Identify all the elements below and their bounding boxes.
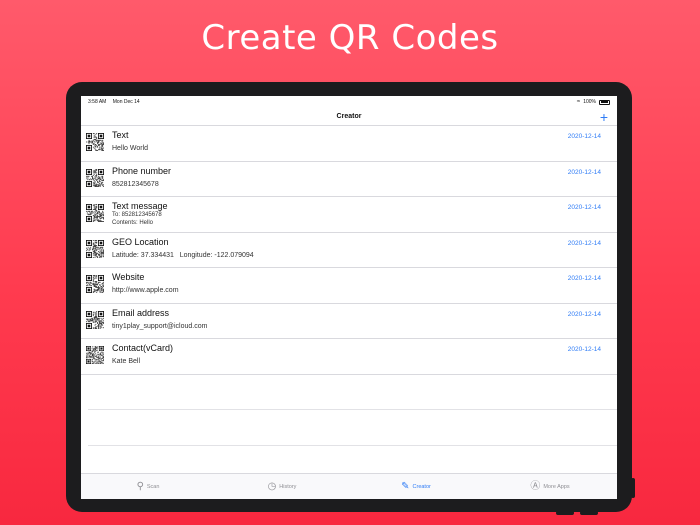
list-item-text[interactable]: Text Hello World 2020-12-14 <box>81 126 617 162</box>
status-date: Mon Dec 14 <box>112 99 140 105</box>
item-title: Website <box>112 272 145 282</box>
item-subtitle-line2: Contents: Hello <box>112 219 154 226</box>
list-item-geo-location[interactable]: GEO Location Latitude: 37.334431 Longitu… <box>81 233 617 268</box>
qr-code-icon <box>86 204 104 222</box>
qr-code-icon <box>86 168 104 187</box>
tab-scan[interactable]: ⚲ Scan <box>81 474 215 499</box>
wifi-icon: ≈ <box>576 99 581 105</box>
item-subtitle: Hello World <box>112 145 149 152</box>
add-button[interactable]: + <box>600 109 608 125</box>
magnifier-icon: ⚲ <box>136 480 144 492</box>
navigation-bar: Creator + <box>81 108 617 126</box>
item-title: Text message <box>112 201 168 211</box>
app-store-icon: Ⓐ <box>530 480 541 492</box>
creator-list: Text Hello World 2020-12-14 Phone number… <box>81 126 617 446</box>
qr-code-icon <box>86 310 104 329</box>
list-item-phone[interactable]: Phone number 852812345678 2020-12-14 <box>81 162 617 197</box>
item-subtitle: http://www.apple.com <box>112 287 179 294</box>
app-screen: 3:58 AM Mon Dec 14 ≈ 100% Creator + Text… <box>81 96 617 499</box>
item-date: 2020-12-14 <box>567 346 601 353</box>
tab-creator[interactable]: ✎ Creator <box>349 474 483 499</box>
item-subtitle: tiny1play_support@icloud.com <box>112 322 208 330</box>
list-item-website[interactable]: Website http://www.apple.com 2020-12-14 <box>81 268 617 304</box>
qr-code-icon <box>86 239 104 258</box>
item-title: Phone number <box>112 165 172 176</box>
item-date: 2020-12-14 <box>567 310 601 318</box>
headline: Create QR Codes <box>201 18 499 58</box>
clock-icon: ◷ <box>267 480 277 492</box>
qr-code-icon <box>86 275 104 293</box>
item-title: Text <box>112 130 129 140</box>
empty-row <box>88 375 617 410</box>
status-bar: 3:58 AM Mon Dec 14 ≈ 100% <box>81 96 617 108</box>
item-title: Email address <box>112 307 170 318</box>
tab-more-apps[interactable]: Ⓐ More Apps <box>483 474 617 499</box>
power-button <box>556 511 574 515</box>
item-date: 2020-12-14 <box>567 133 601 140</box>
tab-label: Scan <box>146 483 160 490</box>
page-title: Creator <box>336 113 362 120</box>
battery-icon <box>599 99 610 105</box>
status-time: 3:58 AM <box>88 99 107 105</box>
item-date: 2020-12-14 <box>567 168 601 176</box>
tab-bar: ⚲ Scan ◷ History ✎ Creator Ⓐ More Apps <box>81 473 617 499</box>
item-subtitle: To: 852812345678 Contents: Hello <box>112 212 162 227</box>
side-button <box>580 511 598 515</box>
tab-history[interactable]: ◷ History <box>215 474 349 499</box>
tab-label: Creator <box>412 483 431 490</box>
qr-code-icon <box>86 346 104 364</box>
item-subtitle: Kate Bell <box>112 358 141 365</box>
item-subtitle: 852812345678 <box>112 180 159 188</box>
item-subtitle-line1: To: 852812345678 <box>112 212 162 218</box>
item-subtitle: Latitude: 37.334431 Longitude: -122.0790… <box>112 251 254 259</box>
list-item-email[interactable]: Email address tiny1play_support@icloud.c… <box>81 304 617 339</box>
item-date: 2020-12-14 <box>567 204 601 211</box>
volume-button <box>631 478 635 498</box>
empty-row <box>88 410 617 446</box>
list-item-contact[interactable]: Contact(vCard) Kate Bell 2020-12-14 <box>81 339 617 375</box>
item-date: 2020-12-14 <box>567 239 601 247</box>
battery-percent: 100% <box>583 99 596 105</box>
tab-label: More Apps <box>543 483 570 490</box>
item-title: Contact(vCard) <box>112 343 174 353</box>
tab-label: History <box>279 483 297 490</box>
qr-code-icon <box>86 133 104 151</box>
list-item-text-message[interactable]: Text message To: 852812345678 Contents: … <box>81 197 617 233</box>
item-date: 2020-12-14 <box>567 275 601 282</box>
edit-icon: ✎ <box>401 480 410 492</box>
item-title: GEO Location <box>112 236 169 247</box>
